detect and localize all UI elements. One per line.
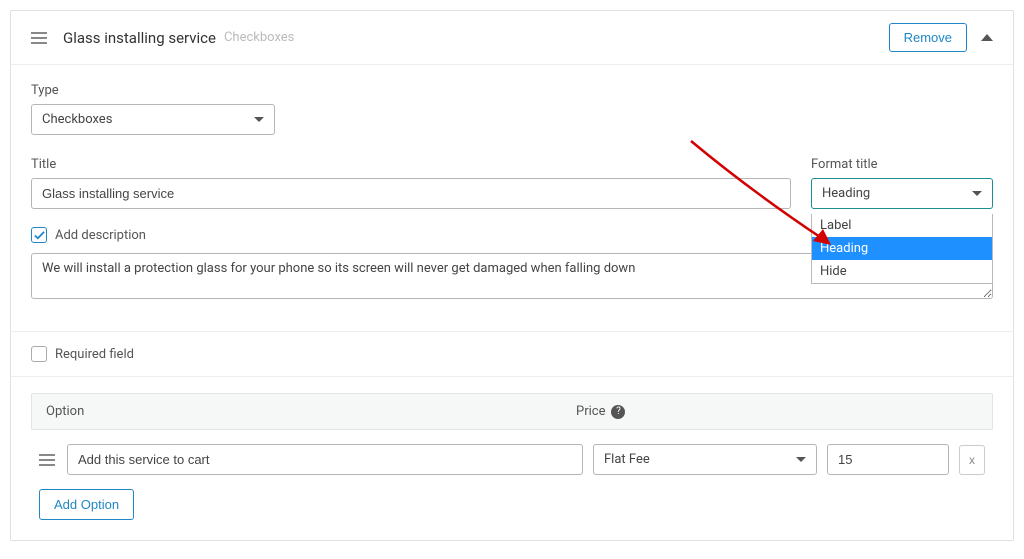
price-type-value: Flat Fee xyxy=(604,452,650,467)
add-option-button[interactable]: Add Option xyxy=(39,489,134,520)
price-value-input[interactable] xyxy=(827,444,949,475)
add-description-label: Add description xyxy=(55,228,146,243)
type-select[interactable]: Checkboxes xyxy=(31,104,275,135)
panel-subtitle: Checkboxes xyxy=(224,30,294,45)
price-type-select[interactable]: Flat Fee xyxy=(593,444,817,475)
drag-handle-icon[interactable] xyxy=(39,454,57,466)
type-field: Type Checkboxes xyxy=(31,83,993,135)
title-label: Title xyxy=(31,157,791,172)
format-title-option-heading[interactable]: Heading xyxy=(812,237,992,260)
panel-body: Type Checkboxes Title Format title Headi… xyxy=(11,65,1013,331)
type-select-value: Checkboxes xyxy=(42,112,112,127)
addon-panel: Glass installing service Checkboxes Remo… xyxy=(10,10,1014,541)
format-title-value: Heading xyxy=(822,186,870,201)
format-title-dropdown: Label Heading Hide xyxy=(811,214,993,284)
format-title-option-label[interactable]: Label xyxy=(812,214,992,237)
drag-handle-icon[interactable] xyxy=(31,32,49,44)
type-label: Type xyxy=(31,83,993,98)
format-title-select[interactable]: Heading xyxy=(811,178,993,209)
option-row: Flat Fee x xyxy=(31,444,993,475)
remove-option-button[interactable]: x xyxy=(959,445,985,475)
remove-button[interactable]: Remove xyxy=(889,23,967,52)
required-field-label: Required field xyxy=(55,347,134,362)
options-header-price: Price xyxy=(576,404,605,419)
options-section: Option Price ? Flat Fee x Add Option xyxy=(11,377,1013,540)
collapse-toggle-icon[interactable] xyxy=(981,34,993,41)
required-field-row: Required field xyxy=(11,332,1013,376)
title-input[interactable] xyxy=(31,178,791,209)
chevron-down-icon xyxy=(254,117,264,122)
required-field-checkbox[interactable] xyxy=(31,346,47,362)
add-description-checkbox[interactable] xyxy=(31,227,47,243)
format-title-label: Format title xyxy=(811,157,993,172)
chevron-down-icon xyxy=(796,457,806,462)
check-icon xyxy=(34,230,45,241)
chevron-down-icon xyxy=(972,191,982,196)
panel-header: Glass installing service Checkboxes Remo… xyxy=(11,11,1013,65)
format-title-option-hide[interactable]: Hide xyxy=(812,260,992,283)
option-name-input[interactable] xyxy=(67,444,583,475)
options-header-option: Option xyxy=(32,394,562,429)
help-icon[interactable]: ? xyxy=(611,405,625,419)
options-header-row: Option Price ? xyxy=(31,393,993,430)
panel-title: Glass installing service xyxy=(63,29,216,47)
